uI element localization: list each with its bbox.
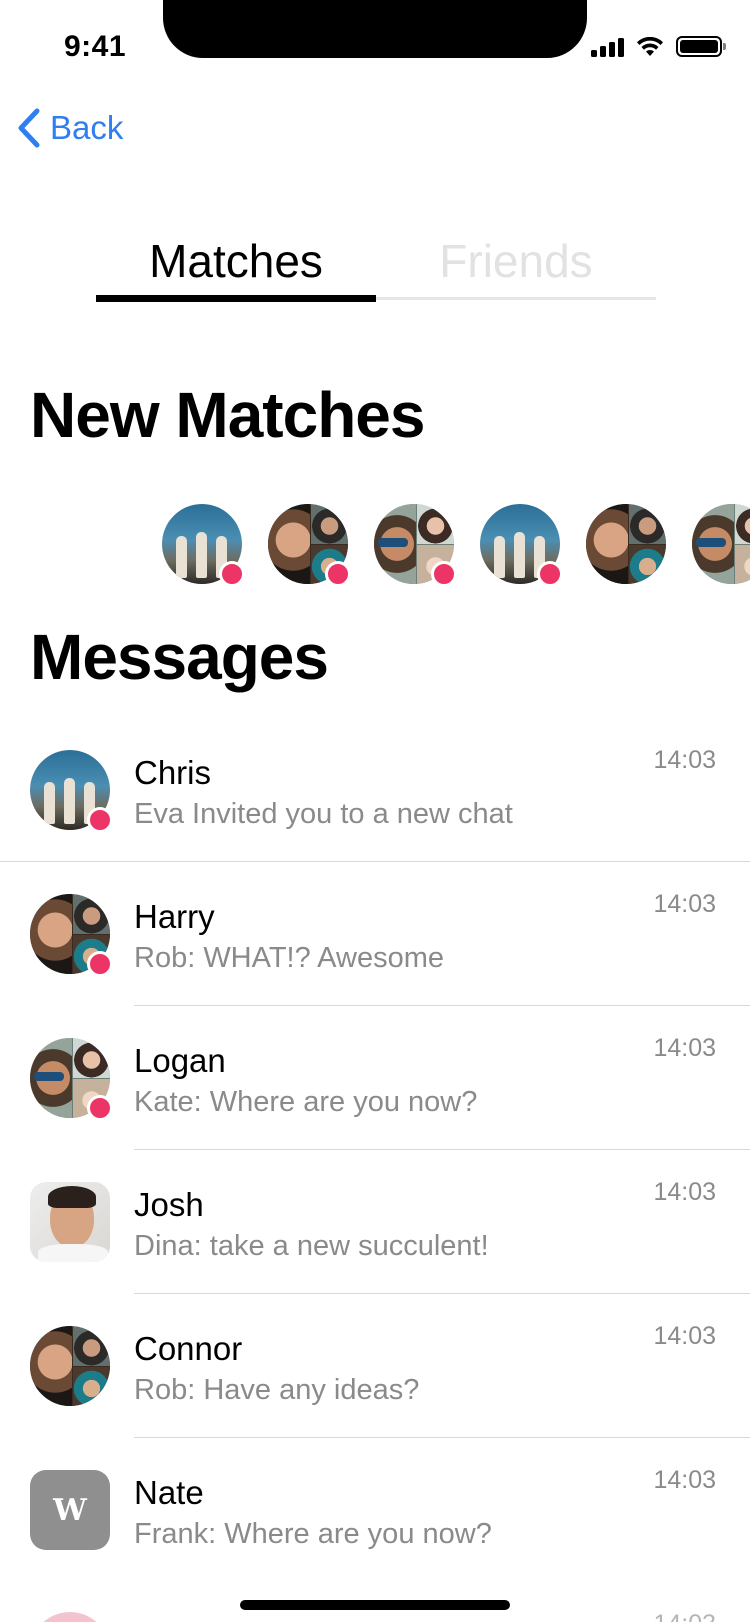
unread-dot [219, 561, 245, 587]
home-indicator[interactable] [240, 1600, 510, 1610]
back-label: Back [50, 109, 124, 146]
tab-matches-underline [96, 295, 376, 302]
message-avatar-wrap [30, 1326, 110, 1406]
message-avatar [30, 1326, 110, 1406]
avatar-letter: W [53, 1492, 87, 1528]
tab-friends-underline [376, 297, 656, 300]
contact-name: Josh [134, 1186, 204, 1223]
message-preview: Rob: Have any ideas? [134, 1374, 420, 1406]
next-row-avatar-peek [30, 1612, 110, 1622]
battery-icon [676, 36, 726, 57]
message-row-harry[interactable]: Harry Rob: WHAT!? Awesome 14:03 [0, 862, 750, 1006]
unread-dot [325, 561, 351, 587]
message-row-josh[interactable]: Josh Dina: take a new succulent! 14:03 [0, 1150, 750, 1294]
status-bar: 9:41 [0, 0, 750, 90]
message-time: 14:03 [653, 1178, 716, 1206]
message-time: 14:03 [653, 1034, 716, 1062]
tab-matches[interactable]: Matches [96, 228, 376, 302]
message-preview: Kate: Where are you now? [134, 1086, 478, 1118]
message-row-nate[interactable]: W Nate Frank: Where are you now? 14:03 [0, 1438, 750, 1582]
message-time: 14:03 [653, 890, 716, 918]
messages-heading: Messages [30, 621, 329, 693]
match-avatar [586, 504, 666, 584]
message-preview: Frank: Where are you now? [134, 1518, 492, 1550]
status-icons [591, 36, 726, 57]
new-matches-carousel[interactable] [162, 504, 750, 587]
next-row-time-peek: 14:03 [653, 1610, 716, 1622]
tab-friends-label: Friends [439, 235, 593, 287]
message-avatar-wrap [30, 1182, 110, 1262]
unread-dot [87, 951, 113, 977]
device-notch [163, 0, 587, 58]
new-match-item[interactable] [586, 504, 666, 584]
new-match-item[interactable] [268, 504, 351, 587]
contact-name: Harry [134, 898, 215, 935]
message-avatar [30, 1182, 110, 1262]
unread-dot [431, 561, 457, 587]
message-preview: Dina: take a new succulent! [134, 1230, 489, 1262]
message-row-chris[interactable]: Chris Eva Invited you to a new chat 14:0… [0, 718, 750, 862]
back-button[interactable]: Back [16, 108, 123, 148]
message-avatar-wrap [30, 750, 113, 833]
message-time: 14:03 [653, 1466, 716, 1494]
message-avatar-wrap: W [30, 1470, 110, 1550]
unread-dot [87, 1095, 113, 1121]
message-avatar: W [30, 1470, 110, 1550]
contact-name: Chris [134, 754, 212, 791]
unread-dot [537, 561, 563, 587]
message-row-connor[interactable]: Connor Rob: Have any ideas? 14:03 [0, 1294, 750, 1438]
segmented-tabs: Matches Friends [96, 228, 656, 302]
tab-friends[interactable]: Friends [376, 228, 656, 300]
message-avatar-wrap [30, 1038, 113, 1121]
message-time: 14:03 [653, 1322, 716, 1350]
cellular-signal-icon [591, 37, 624, 57]
new-match-item[interactable] [162, 504, 245, 587]
message-preview: Eva Invited you to a new chat [134, 798, 513, 830]
unread-dot [87, 807, 113, 833]
new-match-item[interactable] [374, 504, 457, 587]
message-time: 14:03 [653, 746, 716, 774]
tab-matches-label: Matches [149, 235, 323, 287]
new-match-item[interactable] [480, 504, 563, 587]
match-avatar [692, 504, 750, 584]
chevron-left-icon [18, 108, 40, 148]
new-match-item[interactable] [692, 504, 750, 584]
message-avatar-wrap [30, 894, 113, 977]
status-time: 9:41 [64, 30, 127, 63]
new-matches-heading: New Matches [30, 379, 425, 451]
wifi-icon [637, 36, 663, 56]
contact-name: Logan [134, 1042, 226, 1079]
contact-name: Nate [134, 1474, 204, 1511]
messages-list: Chris Eva Invited you to a new chat 14:0… [0, 718, 750, 1582]
message-preview: Rob: WHAT!? Awesome [134, 942, 444, 974]
contact-name: Connor [134, 1330, 243, 1367]
message-row-logan[interactable]: Logan Kate: Where are you now? 14:03 [0, 1006, 750, 1150]
